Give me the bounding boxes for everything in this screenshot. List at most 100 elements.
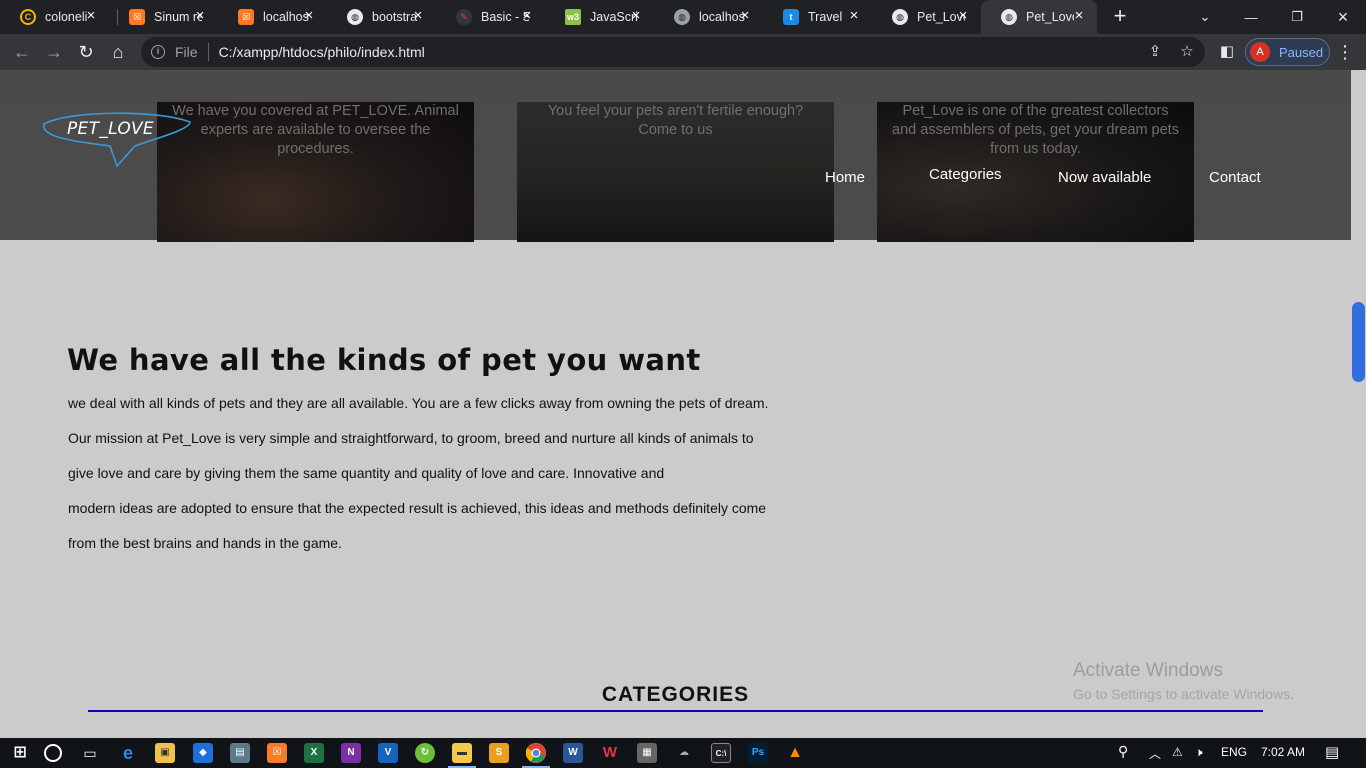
close-icon[interactable]: × <box>738 8 752 23</box>
close-icon[interactable]: × <box>520 8 534 23</box>
excel-icon[interactable]: X <box>304 743 324 763</box>
hero-card-text: You feel your pets aren't fertile enough… <box>547 103 804 138</box>
close-icon[interactable]: × <box>629 8 643 23</box>
globe-icon: ◍ <box>674 9 690 25</box>
photoshop-icon[interactable]: Ps <box>748 743 768 763</box>
url-divider <box>207 43 209 61</box>
logo-text: PET_LOVE <box>67 119 154 139</box>
word-icon[interactable]: W <box>563 743 583 763</box>
globe-icon: ◍ <box>1001 9 1017 25</box>
clock[interactable]: 7:02 AM <box>1261 745 1305 759</box>
utility-icon[interactable]: ↻ <box>415 743 435 763</box>
photos-icon[interactable]: ▤ <box>230 743 250 763</box>
categories-heading: CATEGORIES <box>601 683 750 706</box>
tab-2[interactable]: ☒ localhos × <box>218 0 327 34</box>
address-bar[interactable]: i File C:/xampp/htdocs/philo/index.html <box>141 37 1205 67</box>
file-explorer-icon[interactable]: ▬ <box>452 743 472 763</box>
volume-muted-icon[interactable]: 🕨 <box>1195 745 1203 760</box>
mission-line-3: modern ideas are adopted to ensure that … <box>68 500 767 516</box>
task-view-icon[interactable]: ▭ <box>80 743 100 763</box>
vlc-icon[interactable]: ▲ <box>785 743 805 763</box>
search-icon[interactable] <box>44 744 62 762</box>
defender-icon[interactable]: ◆ <box>193 743 213 763</box>
hero-card-1: We have you covered at PET_LOVE. Animal … <box>157 102 474 242</box>
tab-3[interactable]: ◍ bootstra × <box>327 0 436 34</box>
mission-line-1: Our mission at Pet_Love is very simple a… <box>68 430 754 446</box>
categories-underline <box>88 710 1263 712</box>
restore-button[interactable]: ❐ <box>1274 0 1320 34</box>
close-icon[interactable]: × <box>84 8 98 23</box>
mission-line-4: from the best brains and hands in the ga… <box>68 535 342 551</box>
new-tab-button[interactable]: + <box>1108 5 1132 29</box>
github-icon: C <box>20 9 36 25</box>
network-icon[interactable]: ⚠ <box>1172 745 1183 759</box>
xampp-icon: ☒ <box>129 9 145 25</box>
sublime-icon[interactable]: S <box>489 743 509 763</box>
tray-chevron-icon[interactable]: ︿ <box>1149 745 1161 762</box>
browser-menu-icon[interactable]: ⋮ <box>1336 40 1354 64</box>
hero-card-2: You feel your pets aren't fertile enough… <box>517 102 834 242</box>
close-icon[interactable]: × <box>302 8 316 23</box>
wps-icon[interactable]: W <box>600 743 620 763</box>
minimize-button[interactable]: — <box>1228 0 1274 34</box>
page-title: We have all the kinds of pet you want <box>67 343 701 377</box>
close-window-button[interactable]: × <box>1320 0 1366 34</box>
forward-button[interactable]: → <box>40 38 68 66</box>
xampp-icon[interactable]: ☒ <box>267 743 287 763</box>
tab-7[interactable]: t Travel × <box>763 0 872 34</box>
weather-icon[interactable]: ☁ <box>674 743 694 763</box>
tab-title: Pet_Love <box>1026 10 1074 24</box>
xampp-icon: ☒ <box>238 9 254 25</box>
profile-button[interactable]: A Paused <box>1245 38 1330 66</box>
intro-paragraph: we deal with all kinds of pets and they … <box>68 395 769 411</box>
close-icon[interactable]: × <box>193 8 207 23</box>
info-icon[interactable]: i <box>151 45 165 59</box>
close-icon[interactable]: × <box>847 8 861 23</box>
close-icon[interactable]: × <box>956 8 970 23</box>
tab-0[interactable]: C coloneli × <box>0 0 109 34</box>
tab-5[interactable]: w3 JavaScri × <box>545 0 654 34</box>
onenote-icon[interactable]: N <box>341 743 361 763</box>
back-button[interactable]: ← <box>8 38 36 66</box>
tab-6[interactable]: ◍ localhos × <box>654 0 763 34</box>
language-indicator[interactable]: ENG <box>1221 745 1247 759</box>
tab-4[interactable]: ✎ Basic - S × <box>436 0 545 34</box>
nav-now-available[interactable]: Now available <box>1058 169 1151 186</box>
store-icon[interactable]: ▣ <box>155 743 175 763</box>
site-logo[interactable]: PET_LOVE <box>40 112 192 172</box>
close-icon[interactable]: × <box>411 8 425 23</box>
w3-icon: w3 <box>565 9 581 25</box>
chrome-icon[interactable] <box>525 743 546 763</box>
profile-status: Paused <box>1279 44 1324 60</box>
nav-categories[interactable]: Categories <box>929 166 1002 183</box>
terminal-icon[interactable]: C:\ <box>711 743 731 763</box>
calculator-icon[interactable]: ▦ <box>637 743 657 763</box>
nav-contact[interactable]: Contact <box>1209 169 1261 186</box>
tab-9-active[interactable]: ◍ Pet_Love × <box>981 0 1097 34</box>
people-icon[interactable]: ⚲ <box>1118 743 1128 760</box>
home-button[interactable]: ⌂ <box>104 38 132 66</box>
avatar: A <box>1250 42 1270 62</box>
notifications-icon[interactable]: ▤ <box>1325 743 1339 761</box>
scrollbar-thumb[interactable] <box>1352 302 1365 382</box>
vscode-icon[interactable]: V <box>378 743 398 763</box>
side-panel-icon[interactable]: ◧ <box>1215 40 1239 64</box>
close-icon[interactable]: × <box>1072 8 1086 23</box>
tab-search-button[interactable]: ⌄ <box>1182 0 1228 34</box>
windows-start-icon[interactable]: ⊞ <box>10 743 30 763</box>
tab-strip: C coloneli × ☒ Sinum re × ☒ localhos × ◍… <box>0 0 1366 34</box>
hero-card-text: We have you covered at PET_LOVE. Animal … <box>172 103 459 157</box>
url-protocol: File <box>175 44 198 60</box>
nav-home[interactable]: Home <box>825 169 865 186</box>
share-icon[interactable]: ⇪ <box>1143 40 1167 64</box>
scrollbar-track[interactable] <box>1351 102 1366 738</box>
tab-8[interactable]: ◍ Pet_Love × <box>872 0 981 34</box>
pen-icon: ✎ <box>456 9 472 25</box>
url-text[interactable]: C:/xampp/htdocs/philo/index.html <box>219 44 425 60</box>
bookmark-star-icon[interactable]: ☆ <box>1175 40 1199 64</box>
reload-button[interactable]: ↻ <box>72 38 100 66</box>
page-viewport: We have you covered at PET_LOVE. Animal … <box>0 70 1366 738</box>
tab-1[interactable]: ☒ Sinum re × <box>109 0 218 34</box>
edge-icon[interactable]: e <box>118 743 138 763</box>
browser-toolbar: ← → ↻ ⌂ i File C:/xampp/htdocs/philo/ind… <box>0 34 1366 70</box>
